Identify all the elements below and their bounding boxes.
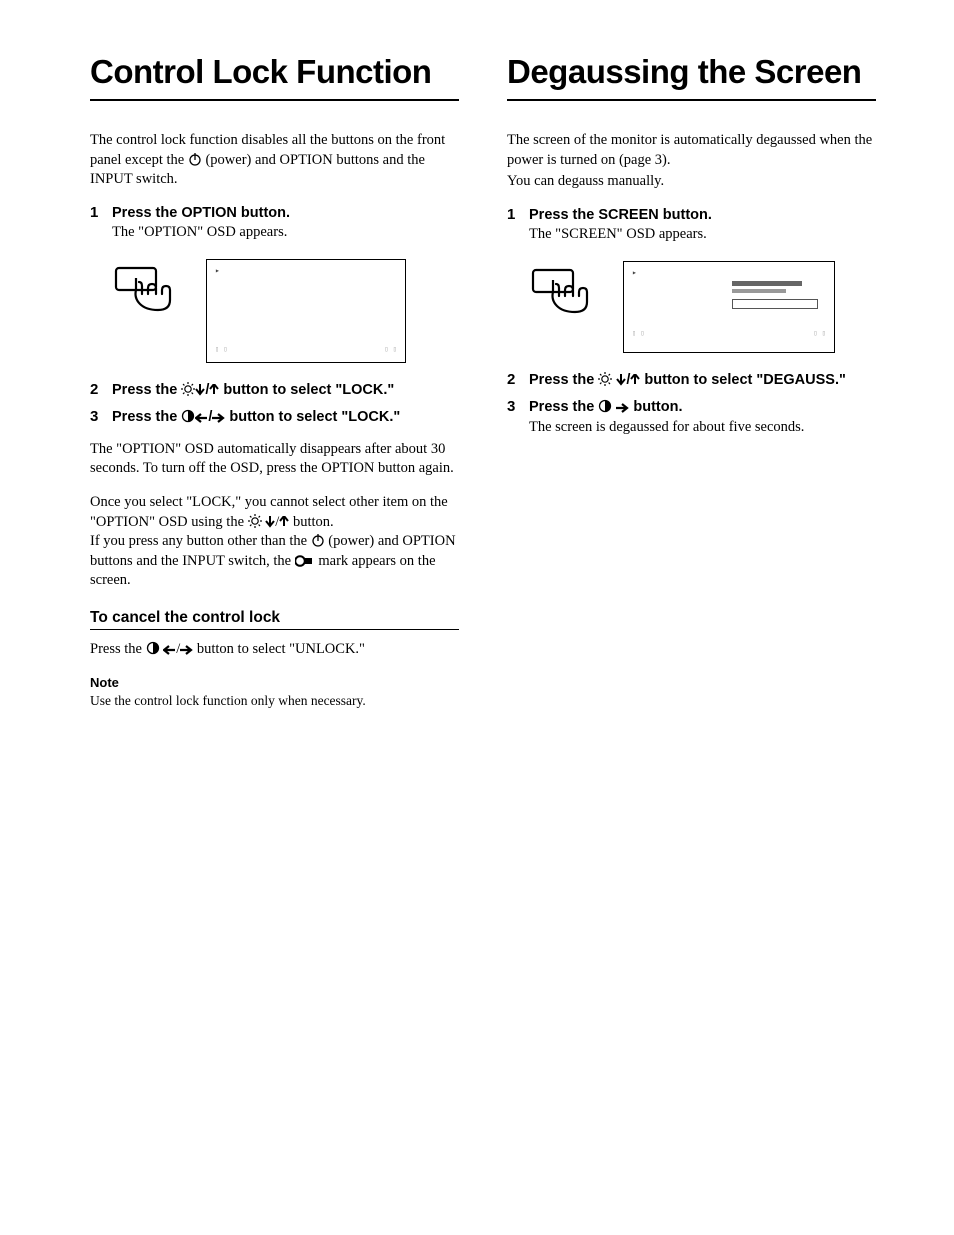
right-step-2: 2 Press the / button to select "DEGAUSS.… — [507, 371, 876, 391]
cancel-heading: To cancel the control lock — [90, 609, 459, 627]
step-number: 3 — [90, 408, 112, 425]
press-button-icon — [529, 261, 599, 331]
up-arrow-icon — [630, 374, 640, 386]
option-osd: ▸ ▯ ▯▯ ▯ — [206, 259, 406, 363]
sun-icon — [598, 372, 612, 386]
text: button. — [289, 514, 333, 530]
left-arrow-icon — [195, 413, 208, 423]
note-body: Use the control lock function only when … — [90, 692, 459, 710]
step-head: Press the OPTION button. — [112, 204, 459, 224]
right-step-1: 1 Press the SCREEN button. The "SCREEN" … — [507, 206, 876, 245]
left-title: Control Lock Function — [90, 54, 459, 91]
contrast-icon — [598, 399, 612, 413]
down-arrow-icon — [195, 384, 205, 396]
sun-icon — [181, 382, 195, 396]
right-arrow-icon — [180, 645, 193, 655]
rule — [90, 99, 459, 101]
right-intro-b: You can degauss manually. — [507, 172, 876, 192]
step-head: Press the / button to select "DEGAUSS." — [529, 371, 876, 391]
step-head: Press the SCREEN button. — [529, 206, 876, 226]
step-number: 1 — [507, 206, 529, 223]
press-button-icon — [112, 259, 182, 329]
step-sub: The "OPTION" OSD appears. — [112, 223, 459, 243]
text: Press the — [90, 641, 146, 657]
text: Press the — [112, 409, 181, 425]
left-diagram: ▸ ▯ ▯▯ ▯ — [112, 259, 459, 363]
power-icon — [311, 533, 325, 547]
text: Press the — [529, 399, 598, 415]
down-arrow-icon — [265, 516, 275, 528]
step-sub: The screen is degaussed for about five s… — [529, 418, 876, 438]
text: If you press any button other than the — [90, 533, 311, 549]
text: button to select "DEGAUSS." — [640, 372, 846, 388]
right-step-3: 3 Press the button. The screen is degaus… — [507, 398, 876, 437]
right-title: Degaussing the Screen — [507, 54, 876, 91]
left-intro: The control lock function disables all t… — [90, 131, 459, 190]
contrast-icon — [146, 641, 160, 655]
right-intro-a: The screen of the monitor is automatical… — [507, 131, 876, 170]
left-arrow-icon — [163, 645, 176, 655]
text: button to select "UNLOCK." — [193, 641, 365, 657]
text: button to select "LOCK." — [219, 382, 394, 398]
up-arrow-icon — [279, 516, 289, 528]
left-column: Control Lock Function The control lock f… — [90, 54, 459, 710]
text: Press the — [112, 382, 181, 398]
left-step-2: 2 Press the / button to select "LOCK." — [90, 381, 459, 401]
text: Press the — [529, 372, 598, 388]
rule — [507, 99, 876, 101]
right-arrow-icon — [212, 413, 225, 423]
left-step-1: 1 Press the OPTION button. The "OPTION" … — [90, 204, 459, 243]
step-number: 2 — [90, 381, 112, 398]
step-number: 3 — [507, 398, 529, 415]
step-head: Press the / button to select "LOCK." — [112, 408, 459, 428]
left-after-a: The "OPTION" OSD automatically disappear… — [90, 440, 459, 479]
rule — [90, 629, 459, 630]
step-number: 2 — [507, 371, 529, 388]
left-step-3: 3 Press the / button to select "LOCK." — [90, 408, 459, 428]
up-arrow-icon — [209, 384, 219, 396]
sun-icon — [248, 514, 262, 528]
text: button. — [629, 399, 682, 415]
cancel-body: Press the / button to select "UNLOCK." — [90, 640, 459, 660]
step-head: Press the button. — [529, 398, 876, 418]
down-arrow-icon — [616, 374, 626, 386]
step-head: Press the / button to select "LOCK." — [112, 381, 459, 401]
step-sub: The "SCREEN" OSD appears. — [529, 225, 876, 245]
step-number: 1 — [90, 204, 112, 221]
right-column: Degaussing the Screen The screen of the … — [507, 54, 876, 710]
screen-osd: ▸ ▯ ▯▯ ▯ — [623, 261, 835, 353]
right-diagram: ▸ ▯ ▯▯ ▯ — [529, 261, 876, 353]
lock-icon — [295, 555, 315, 567]
power-icon — [188, 152, 202, 166]
contrast-icon — [181, 409, 195, 423]
text: button to select "LOCK." — [225, 409, 400, 425]
right-arrow-icon — [616, 403, 629, 413]
note-heading: Note — [90, 675, 459, 690]
left-after-b: Once you select "LOCK," you cannot selec… — [90, 493, 459, 591]
